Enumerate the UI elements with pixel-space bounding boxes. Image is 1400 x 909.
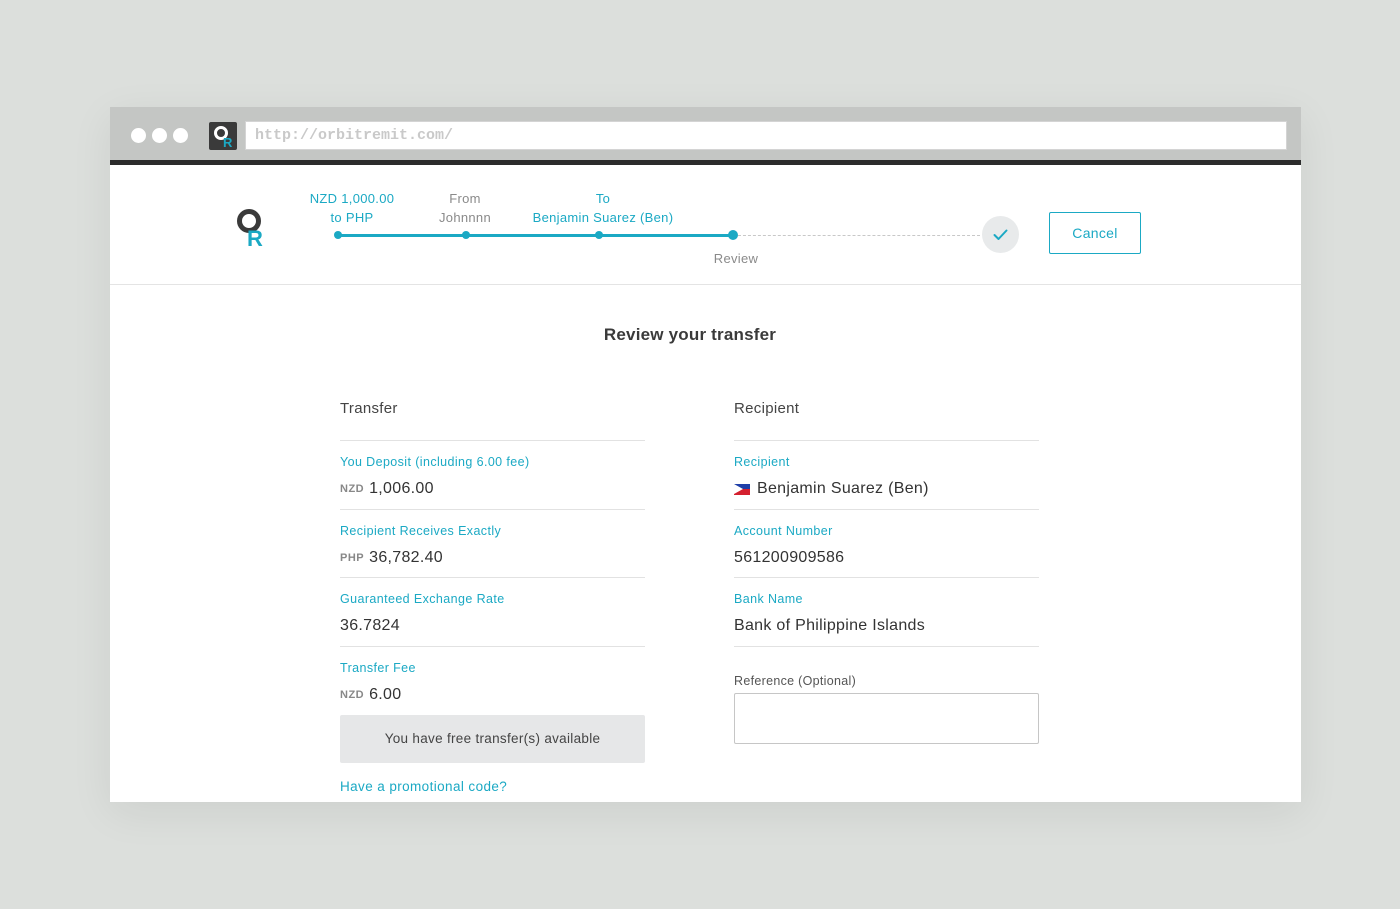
step-amount[interactable]: NZD 1,000.00 to PHP — [297, 189, 407, 227]
step-review: Review — [696, 249, 776, 268]
exchange-rate-label: Guaranteed Exchange Rate — [340, 592, 505, 606]
site-favicon-icon: R — [209, 122, 237, 150]
bank-name-value-row: Bank of Philippine Islands — [734, 616, 1039, 636]
orbitremit-logo[interactable]: R — [236, 208, 270, 253]
cancel-button[interactable]: Cancel — [1049, 212, 1141, 254]
deposit-currency: NZD — [340, 483, 365, 495]
receives-field: Recipient Receives Exactly PHP 36,782.40 — [340, 510, 645, 578]
transfer-heading: Transfer — [340, 400, 645, 441]
account-number-value: 561200909586 — [734, 548, 845, 566]
svg-text:R: R — [223, 135, 233, 150]
transfer-fee-amount: 6.00 — [369, 685, 402, 703]
progress-node-to — [595, 231, 603, 239]
step-to-line1: To — [595, 191, 611, 206]
recipient-name-value: Benjamin Suarez (Ben) — [757, 480, 929, 497]
step-to[interactable]: To Benjamin Suarez (Ben) — [523, 189, 683, 227]
progress-complete-step — [982, 216, 1019, 253]
recipient-name-label: Recipient — [734, 455, 790, 469]
progress-node-review — [728, 230, 738, 240]
step-to-line2: Benjamin Suarez (Ben) — [532, 210, 674, 225]
window-close-dot[interactable] — [131, 128, 146, 143]
deposit-amount: 1,006.00 — [369, 480, 434, 497]
receives-label: Recipient Receives Exactly — [340, 523, 502, 538]
deposit-value-row: NZD 1,006.00 — [340, 479, 645, 499]
progress-node-from — [462, 231, 470, 239]
promo-code-link[interactable]: Have a promotional code? — [340, 779, 645, 794]
recipient-section: Recipient Recipient Benjamin Suarez (Ben… — [734, 400, 1039, 749]
recipient-name-field: Recipient Benjamin Suarez (Ben) — [734, 441, 1039, 510]
step-from-line1: From — [449, 191, 481, 206]
exchange-rate-value-row: 36.7824 — [340, 616, 645, 636]
step-amount-line1: NZD 1,000.00 — [309, 191, 395, 206]
free-transfer-notice: You have free transfer(s) available — [340, 715, 645, 763]
account-number-label: Account Number — [734, 523, 833, 538]
exchange-rate-field: Guaranteed Exchange Rate 36.7824 — [340, 578, 645, 647]
bank-name-field: Bank Name Bank of Philippine Islands — [734, 578, 1039, 647]
recipient-name-value-row: Benjamin Suarez (Ben) — [734, 479, 1039, 499]
address-bar[interactable]: http://orbitremit.com/ — [245, 121, 1287, 150]
account-number-value-row: 561200909586 — [734, 548, 1039, 568]
progress-header: R NZD 1,000.00 to PHP From Johnnnn To Be… — [110, 170, 1301, 285]
step-from[interactable]: From Johnnnn — [425, 189, 505, 227]
page-title: Review your transfer — [603, 325, 777, 344]
window-minimize-dot[interactable] — [152, 128, 167, 143]
transfer-fee-label: Transfer Fee — [340, 660, 416, 675]
progress-node-amount — [334, 231, 342, 239]
receives-value-row: PHP 36,782.40 — [340, 548, 645, 568]
deposit-field: You Deposit (including 6.00 fee) NZD 1,0… — [340, 441, 645, 510]
philippines-flag-icon — [734, 483, 750, 495]
exchange-rate-value: 36.7824 — [340, 617, 400, 634]
recipient-heading: Recipient — [734, 400, 1039, 441]
transfer-fee-field: Transfer Fee NZD 6.00 — [340, 647, 645, 716]
transfer-fee-currency: NZD — [340, 688, 365, 701]
svg-text:R: R — [247, 226, 263, 248]
window-maximize-dot[interactable] — [173, 128, 188, 143]
step-review-label: Review — [713, 251, 759, 266]
deposit-label: You Deposit (including 6.00 fee) — [340, 455, 530, 469]
step-from-line2: Johnnnn — [439, 210, 491, 225]
bank-name-value: Bank of Philippine Islands — [734, 617, 926, 634]
progress-track-complete — [338, 234, 733, 237]
browser-window: R http://orbitremit.com/ R NZD 1,000.00 … — [110, 107, 1301, 802]
bank-name-label: Bank Name — [734, 592, 803, 606]
browser-chrome: R http://orbitremit.com/ — [110, 107, 1301, 165]
transfer-fee-value-row: NZD 6.00 — [340, 685, 645, 705]
receives-amount: 36,782.40 — [369, 548, 444, 566]
transfer-section: Transfer You Deposit (including 6.00 fee… — [340, 400, 645, 794]
reference-label: Reference (Optional) — [734, 673, 857, 688]
receives-currency: PHP — [340, 551, 365, 564]
step-amount-line2: to PHP — [330, 210, 374, 225]
progress-track-remaining — [733, 235, 980, 236]
reference-input[interactable] — [734, 692, 1039, 744]
checkmark-icon — [993, 229, 1008, 240]
account-number-field: Account Number 561200909586 — [734, 510, 1039, 578]
